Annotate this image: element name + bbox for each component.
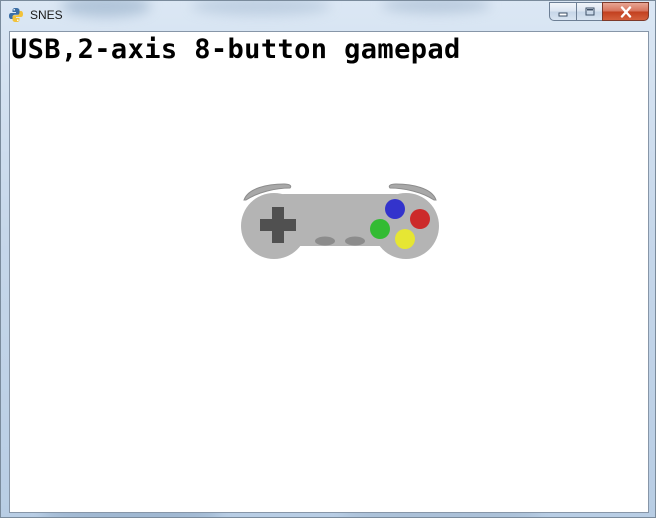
maximize-icon (585, 7, 594, 15)
face-button-a (410, 209, 430, 229)
snes-gamepad-illustration (241, 183, 439, 259)
game-canvas[interactable]: USB,2-axis 8-button gamepad (9, 31, 649, 513)
title-bar[interactable]: SNES (1, 1, 655, 31)
close-button[interactable] (602, 2, 649, 21)
python-snake-icon[interactable] (8, 7, 24, 23)
minimize-button[interactable] (549, 2, 576, 21)
face-button-y (370, 219, 390, 239)
minimize-icon (558, 12, 568, 16)
select-button (315, 236, 335, 246)
face-button-b (395, 229, 415, 249)
window-title: SNES (30, 8, 63, 22)
caption-buttons (549, 2, 649, 21)
app-window: SNES USB,2-axis 8-button gamepad (0, 0, 656, 518)
start-button (345, 236, 365, 246)
device-name-heading: USB,2-axis 8-button gamepad (11, 34, 461, 65)
close-icon (620, 5, 631, 18)
face-button-x (385, 199, 405, 219)
maximize-button[interactable] (576, 2, 602, 21)
